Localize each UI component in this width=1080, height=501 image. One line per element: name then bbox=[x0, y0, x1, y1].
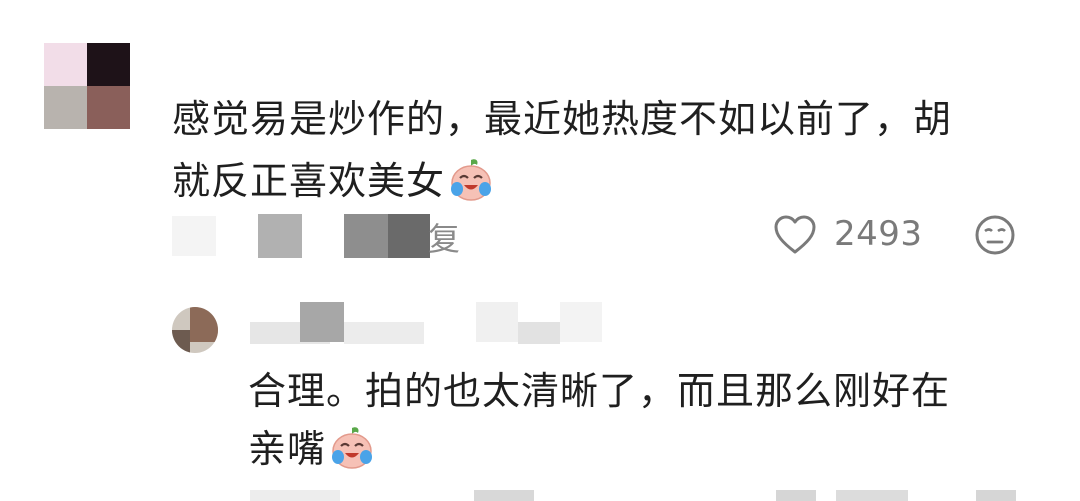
reply-text-line: 亲嘴 bbox=[248, 427, 327, 471]
comment-text: 感觉易是炒作的，最近她热度不如以前了，胡 就反正喜欢美女 bbox=[172, 88, 1032, 222]
meh-face-icon[interactable] bbox=[974, 214, 1016, 260]
reply-button[interactable]: 复 bbox=[428, 214, 460, 260]
reply-text: 合理。拍的也太清晰了，而且那么刚好在 亲嘴 bbox=[248, 362, 1048, 488]
like-count: 2493 bbox=[834, 214, 923, 254]
comment-text-line: 感觉易是炒作的，最近她热度不如以前了，胡 bbox=[172, 97, 953, 141]
comment-avatar[interactable] bbox=[44, 43, 130, 129]
reply-avatar[interactable] bbox=[172, 300, 218, 360]
reply-text-line: 合理。拍的也太清晰了，而且那么刚好在 bbox=[248, 369, 951, 413]
crying-laughing-peach-emoji bbox=[328, 424, 376, 488]
comment-text-line: 就反正喜欢美女 bbox=[172, 159, 446, 203]
crying-laughing-peach-emoji bbox=[447, 156, 495, 222]
heart-outline-icon[interactable] bbox=[772, 214, 818, 260]
